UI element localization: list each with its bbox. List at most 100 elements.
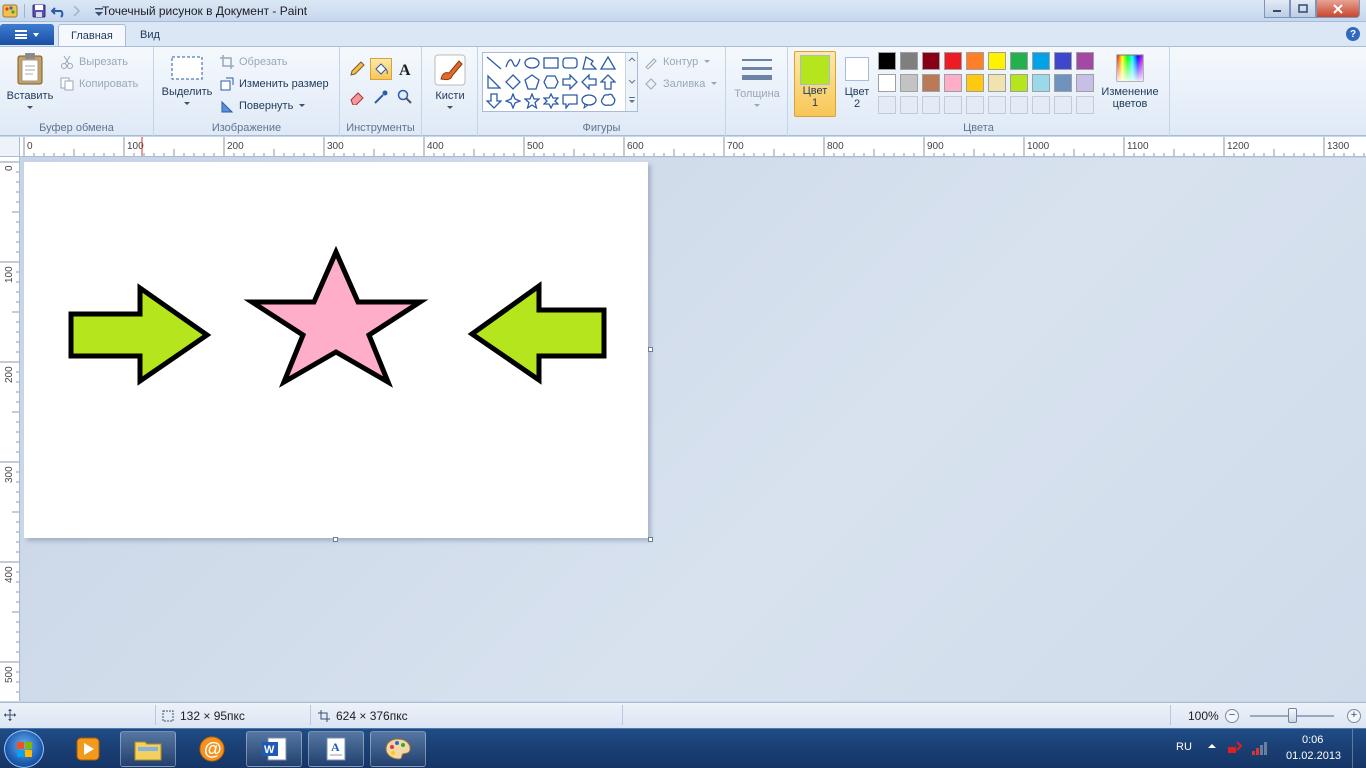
size-button[interactable]: Толщина	[734, 53, 780, 112]
redo-icon[interactable]	[71, 3, 87, 19]
pencil-tool[interactable]	[346, 58, 368, 80]
triangle-shape[interactable]	[598, 53, 618, 73]
color1-button[interactable]: Цвет 1	[794, 51, 836, 117]
zoom-out-button[interactable]: −	[1225, 709, 1239, 723]
polygon-shape[interactable]	[579, 53, 599, 73]
tray-network[interactable]	[1226, 739, 1244, 760]
pentagon-shape[interactable]	[522, 72, 542, 92]
resize-handle-bottom[interactable]	[333, 537, 338, 542]
color-picker-tool[interactable]	[370, 86, 392, 108]
palette-swatch[interactable]	[878, 52, 896, 70]
custom-color-slot[interactable]	[988, 96, 1006, 114]
palette-swatch[interactable]	[1032, 74, 1050, 92]
down-arrow-shape[interactable]	[484, 91, 504, 111]
tab-view[interactable]: Вид	[128, 24, 172, 46]
undo-icon[interactable]	[51, 3, 67, 19]
custom-color-slot[interactable]	[966, 96, 984, 114]
color2-button[interactable]: Цвет 2	[840, 57, 874, 110]
left-arrow-shape-drawn[interactable]	[467, 281, 607, 385]
palette-swatch[interactable]	[922, 52, 940, 70]
tab-home[interactable]: Главная	[58, 24, 126, 46]
language-indicator[interactable]: RU	[1176, 741, 1192, 753]
clock-date[interactable]: 01.02.2013	[1286, 750, 1341, 762]
diamond-shape[interactable]	[503, 72, 523, 92]
five-point-star-shape[interactable]	[522, 91, 542, 111]
rotate-button[interactable]: Повернуть	[220, 96, 306, 116]
line-shape[interactable]	[484, 53, 504, 73]
palette-swatch[interactable]	[1010, 52, 1028, 70]
rect-callout-shape[interactable]	[560, 91, 580, 111]
palette-swatch[interactable]	[1032, 52, 1050, 70]
hexagon-shape[interactable]	[541, 72, 561, 92]
paste-button[interactable]: Вставить	[4, 51, 56, 114]
palette-swatch[interactable]	[1076, 74, 1094, 92]
drawing-canvas[interactable]	[24, 162, 648, 538]
left-arrow-shape[interactable]	[579, 72, 599, 92]
zoom-in-button[interactable]: +	[1347, 709, 1361, 723]
help-icon[interactable]: ?	[1346, 27, 1360, 41]
custom-color-slot[interactable]	[944, 96, 962, 114]
start-button[interactable]	[4, 730, 44, 768]
palette-swatch[interactable]	[944, 52, 962, 70]
outline-button[interactable]: Контур	[644, 52, 711, 72]
resize-handle-corner[interactable]	[648, 537, 653, 542]
copy-button[interactable]: Копировать	[60, 74, 138, 94]
palette-swatch[interactable]	[900, 52, 918, 70]
palette-swatch[interactable]	[1054, 52, 1072, 70]
shapes-scroll[interactable]	[625, 53, 637, 111]
fill-tool[interactable]	[370, 58, 392, 80]
rounded-rectangle-shape[interactable]	[560, 53, 580, 73]
up-arrow-shape[interactable]	[598, 72, 618, 92]
taskbar-mail-agent[interactable]: @	[184, 731, 240, 767]
oval-shape[interactable]	[522, 53, 542, 73]
taskbar-wordpad[interactable]: A	[308, 731, 364, 767]
palette-swatch[interactable]	[966, 74, 984, 92]
custom-color-slot[interactable]	[1054, 96, 1072, 114]
curve-shape[interactable]	[503, 53, 523, 73]
show-desktop-button[interactable]	[1352, 729, 1366, 768]
brushes-button[interactable]: Кисти	[428, 53, 472, 114]
eraser-tool[interactable]	[346, 86, 368, 108]
custom-color-slot[interactable]	[1032, 96, 1050, 114]
palette-swatch[interactable]	[944, 74, 962, 92]
custom-color-slot[interactable]	[1076, 96, 1094, 114]
tray-signal[interactable]	[1250, 739, 1268, 760]
resize-button[interactable]: Изменить размер	[220, 74, 329, 94]
text-tool[interactable]: A	[394, 58, 416, 80]
edit-colors-button[interactable]: Изменение цветов	[1098, 53, 1162, 110]
right-triangle-shape[interactable]	[484, 72, 504, 92]
oval-callout-shape[interactable]	[579, 91, 599, 111]
custom-color-slot[interactable]	[1010, 96, 1028, 114]
fill-button[interactable]: Заливка	[644, 74, 718, 94]
paint-app-icon[interactable]	[2, 3, 18, 19]
custom-color-slot[interactable]	[900, 96, 918, 114]
right-arrow-shape[interactable]	[560, 72, 580, 92]
six-point-star-shape[interactable]	[541, 91, 561, 111]
palette-swatch[interactable]	[1076, 52, 1094, 70]
taskbar-paint[interactable]	[370, 731, 426, 767]
close-button[interactable]	[1316, 0, 1360, 18]
magnifier-tool[interactable]	[394, 86, 416, 108]
show-hidden-icons[interactable]	[1207, 741, 1217, 754]
palette-swatch[interactable]	[1054, 74, 1072, 92]
cloud-callout-shape[interactable]	[598, 91, 618, 111]
paint-menu-button[interactable]	[0, 24, 54, 45]
zoom-slider-thumb[interactable]	[1288, 708, 1297, 723]
palette-swatch[interactable]	[988, 52, 1006, 70]
palette-swatch[interactable]	[900, 74, 918, 92]
palette-swatch[interactable]	[966, 52, 984, 70]
palette-swatch[interactable]	[1010, 74, 1028, 92]
taskbar-word[interactable]: W	[246, 731, 302, 767]
cut-button[interactable]: Вырезать	[60, 52, 128, 72]
resize-handle-right[interactable]	[648, 347, 653, 352]
right-arrow-shape-drawn[interactable]	[68, 283, 212, 386]
select-button[interactable]: Выделить	[158, 53, 216, 110]
star-shape-drawn[interactable]	[243, 245, 429, 388]
rectangle-shape[interactable]	[541, 53, 561, 73]
custom-color-slot[interactable]	[922, 96, 940, 114]
minimize-button[interactable]	[1264, 0, 1290, 18]
save-icon[interactable]	[31, 3, 47, 19]
clock-time[interactable]: 0:06	[1302, 734, 1323, 746]
taskbar-explorer[interactable]	[120, 731, 176, 767]
four-point-star-shape[interactable]	[503, 91, 523, 111]
